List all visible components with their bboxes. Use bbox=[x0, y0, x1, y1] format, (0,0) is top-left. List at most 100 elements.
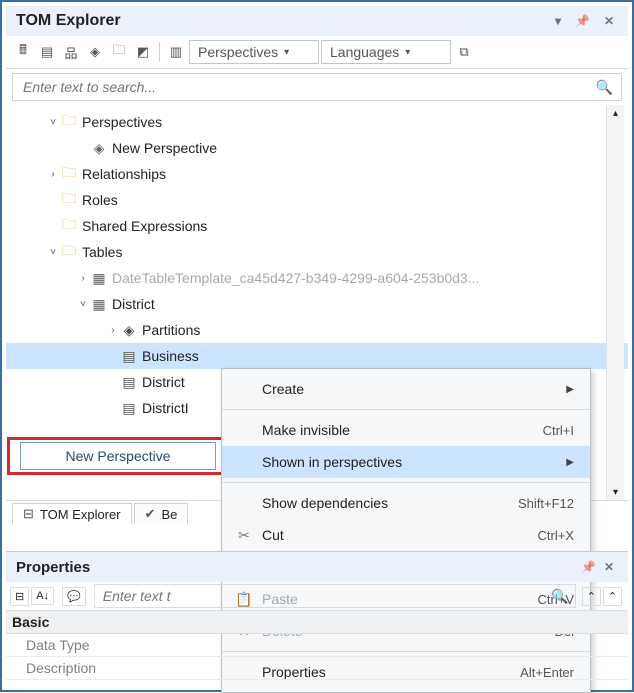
ctx-label: Cut bbox=[256, 527, 538, 543]
props-events-button[interactable]: 💬 bbox=[62, 587, 86, 606]
props-row-datatype[interactable]: Data Type bbox=[6, 634, 628, 657]
scroll-track[interactable] bbox=[607, 121, 624, 484]
folder-icon: 🗀 bbox=[60, 240, 78, 264]
ctx-separator bbox=[222, 482, 590, 483]
perspectives-dropdown-label: Perspectives bbox=[198, 44, 278, 60]
tom-search-box[interactable]: 🔍 bbox=[12, 73, 622, 101]
tree-node-tables[interactable]: ˅ 🗀 Tables bbox=[6, 239, 628, 265]
tab-best-practice[interactable]: ✔ Be bbox=[134, 503, 189, 524]
tool-hierarchy-icon[interactable]: 品 bbox=[60, 41, 82, 63]
search-icon[interactable]: 🔍 bbox=[551, 588, 568, 605]
tree-label: Tables bbox=[82, 244, 122, 260]
tree-label: District bbox=[112, 296, 155, 312]
tree-node-business[interactable]: . ▤ Business bbox=[6, 343, 628, 369]
props-categorized-button[interactable]: ⊟ bbox=[10, 587, 29, 606]
tree-node-date-template[interactable]: › ▦ DateTableTemplate_ca45d427-b349-4299… bbox=[6, 265, 628, 291]
tab-label: Be bbox=[161, 507, 177, 522]
tool-partition-icon[interactable]: ◈ bbox=[84, 41, 106, 63]
tool-format-icon[interactable]: ◩ bbox=[132, 41, 154, 63]
pin-icon[interactable]: 📌 bbox=[577, 558, 600, 576]
cut-icon: ✂ bbox=[232, 527, 256, 544]
tree-node-district[interactable]: ˅ ▦ District bbox=[6, 291, 628, 317]
submenu-icon: ▶ bbox=[556, 384, 574, 395]
submenu-icon: ▶ bbox=[556, 457, 574, 468]
tree-label: DateTableTemplate_ca45d427-b349-4299-a60… bbox=[112, 270, 479, 286]
props-category-basic[interactable]: Basic bbox=[6, 611, 628, 634]
props-row-label: Description bbox=[26, 660, 622, 676]
search-icon[interactable]: 🔍 bbox=[596, 79, 613, 96]
ctx-label: Shown in perspectives bbox=[256, 454, 556, 470]
properties-search[interactable]: 🔍 bbox=[94, 584, 576, 608]
properties-title: Properties bbox=[16, 559, 90, 576]
tree-node-roles[interactable]: . 🗀 Roles bbox=[6, 187, 628, 213]
ctx-accel: Shift+F12 bbox=[518, 496, 574, 511]
properties-grid[interactable]: Basic Data Type Description bbox=[6, 611, 628, 686]
table-icon: ▦ bbox=[90, 270, 108, 287]
tab-tom-explorer[interactable]: ⊟ TOM Explorer bbox=[12, 503, 132, 524]
props-expand-button[interactable]: ⌃ bbox=[582, 587, 601, 606]
tool-copy-view-icon[interactable]: ⧉ bbox=[453, 41, 475, 63]
tree-node-partitions[interactable]: › ◈ Partitions bbox=[6, 317, 628, 343]
tree-node-perspectives[interactable]: ˅ 🗀 Perspectives bbox=[6, 109, 628, 135]
ctx-cut[interactable]: ✂ Cut Ctrl+X bbox=[222, 519, 590, 551]
expander-icon[interactable]: › bbox=[106, 325, 120, 336]
expander-icon[interactable]: ˅ bbox=[46, 247, 60, 258]
languages-dropdown[interactable]: Languages ▾ bbox=[321, 40, 451, 64]
scroll-down-icon[interactable]: ▾ bbox=[607, 484, 624, 500]
properties-search-input[interactable] bbox=[101, 587, 551, 605]
props-row-label: Data Type bbox=[26, 637, 622, 653]
expander-icon[interactable]: › bbox=[46, 169, 60, 180]
props-collapse-button[interactable]: ⌃ bbox=[603, 587, 622, 606]
tom-title: TOM Explorer bbox=[16, 12, 121, 30]
close-icon[interactable]: ✕ bbox=[600, 558, 618, 576]
tom-toolbar: 🖩 ▤ 品 ◈ 🗀 ◩ ▥ Perspectives ▾ Languages ▾… bbox=[6, 36, 628, 69]
tree-label: Business bbox=[142, 348, 199, 364]
ctx-create[interactable]: Create ▶ bbox=[222, 373, 590, 405]
perspective-chip[interactable]: New Perspective bbox=[20, 442, 216, 470]
ctx-make-invisible[interactable]: Make invisible Ctrl+I bbox=[222, 414, 590, 446]
tree-scrollbar[interactable]: ▴ ▾ bbox=[606, 105, 624, 500]
tree-label: DistrictI bbox=[142, 400, 189, 416]
tree-label: New Perspective bbox=[112, 140, 217, 156]
ctx-show-dependencies[interactable]: Show dependencies Shift+F12 bbox=[222, 487, 590, 519]
properties-pane: Properties 📌 ✕ ⊟ A↓ 💬 🔍 ⌃ ⌃ Basic Data T… bbox=[6, 551, 628, 686]
chevron-down-icon: ▾ bbox=[284, 47, 289, 58]
folder-icon: 🗀 bbox=[60, 188, 78, 212]
cube-icon: ◈ bbox=[90, 140, 108, 157]
props-alpha-button[interactable]: A↓ bbox=[31, 587, 54, 605]
tool-columns-icon[interactable]: ▥ bbox=[165, 41, 187, 63]
folder-icon: 🗀 bbox=[60, 110, 78, 134]
pin-icon[interactable]: 📌 bbox=[571, 12, 594, 30]
tree-label: District bbox=[142, 374, 185, 390]
close-icon[interactable]: ✕ bbox=[600, 12, 618, 30]
tool-calc-icon[interactable]: 🖩 bbox=[12, 41, 34, 63]
ctx-label: Make invisible bbox=[256, 422, 543, 438]
tab-label: TOM Explorer bbox=[40, 507, 121, 522]
column-icon: ▤ bbox=[120, 348, 138, 365]
scroll-up-icon[interactable]: ▴ bbox=[607, 105, 624, 121]
tool-column-icon[interactable]: ▤ bbox=[36, 41, 58, 63]
folder-icon: 🗀 bbox=[60, 162, 78, 186]
chevron-down-icon: ▾ bbox=[405, 47, 410, 58]
tree-icon: ⊟ bbox=[23, 506, 34, 522]
expander-icon[interactable]: › bbox=[76, 273, 90, 284]
partition-icon: ◈ bbox=[120, 322, 138, 339]
expander-icon[interactable]: ˅ bbox=[76, 299, 90, 310]
column-icon: ▤ bbox=[120, 400, 138, 417]
tree-node-new-perspective[interactable]: . ◈ New Perspective bbox=[6, 135, 628, 161]
tom-search-input[interactable] bbox=[21, 78, 596, 96]
tree-node-shared-expressions[interactable]: . 🗀 Shared Expressions bbox=[6, 213, 628, 239]
tree-node-relationships[interactable]: › 🗀 Relationships bbox=[6, 161, 628, 187]
expander-icon[interactable]: ˅ bbox=[46, 117, 60, 128]
tree-label: Relationships bbox=[82, 166, 166, 182]
ctx-accel: Ctrl+I bbox=[543, 423, 574, 438]
tool-folder-icon[interactable]: 🗀 bbox=[108, 41, 130, 63]
dropdown-icon[interactable]: ▾ bbox=[551, 12, 565, 30]
tom-title-bar: TOM Explorer ▾ 📌 ✕ bbox=[6, 6, 628, 36]
check-icon: ✔ bbox=[145, 506, 156, 522]
props-row-description[interactable]: Description bbox=[6, 657, 628, 680]
languages-dropdown-label: Languages bbox=[330, 44, 399, 60]
tree-label: Shared Expressions bbox=[82, 218, 207, 234]
ctx-shown-perspectives[interactable]: Shown in perspectives ▶ bbox=[222, 446, 590, 478]
perspectives-dropdown[interactable]: Perspectives ▾ bbox=[189, 40, 319, 64]
